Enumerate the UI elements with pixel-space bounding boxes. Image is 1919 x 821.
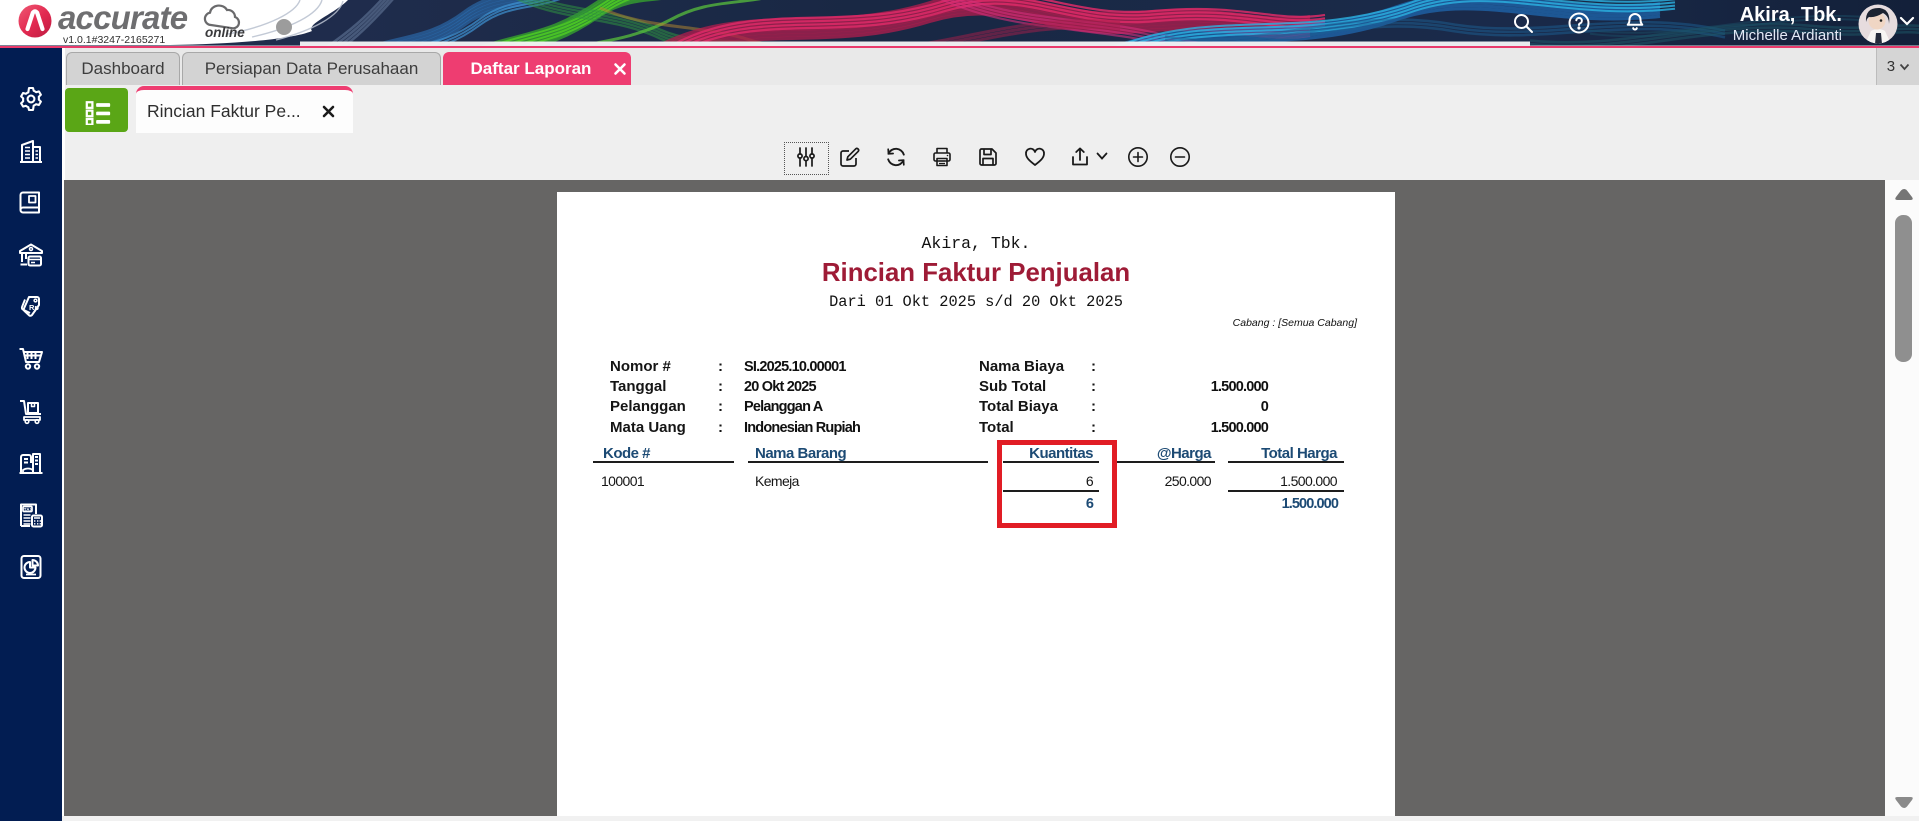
- svg-text:Rp: Rp: [29, 303, 39, 312]
- svg-text:TAX: TAX: [24, 507, 34, 512]
